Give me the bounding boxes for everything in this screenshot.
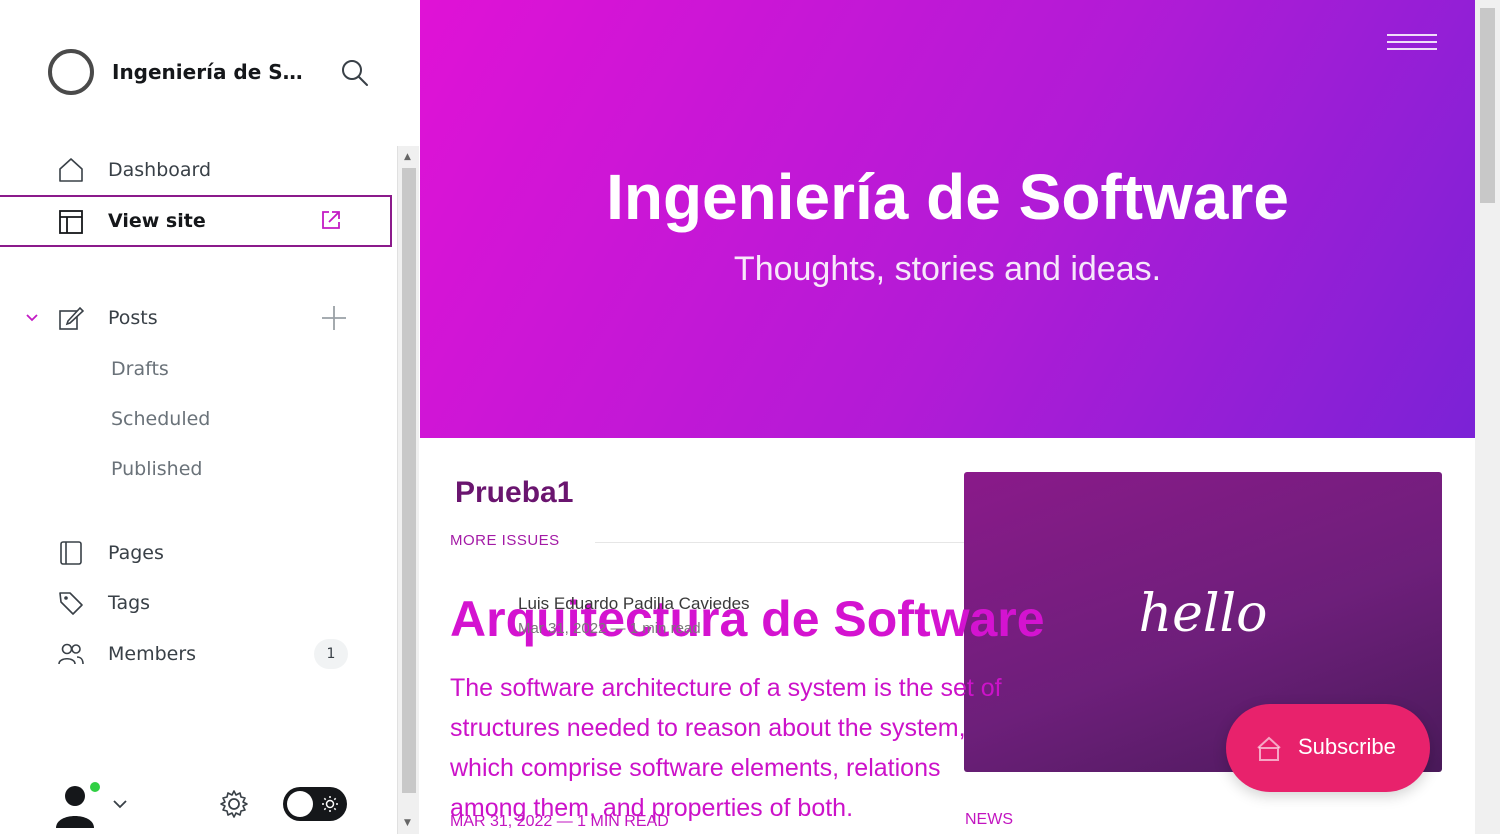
section-divider	[595, 542, 975, 543]
search-icon[interactable]	[340, 58, 370, 88]
site-hero-header: Ingeniería de Software Thoughts, stories…	[420, 0, 1475, 438]
scroll-down-arrow-icon[interactable]: ▼	[404, 818, 411, 828]
nav-tags[interactable]: Tags	[0, 580, 392, 626]
chevron-down-icon[interactable]	[24, 310, 40, 326]
nav-scheduled[interactable]: Scheduled	[111, 408, 210, 430]
nav-members-label: Members	[108, 643, 197, 665]
nav-published[interactable]: Published	[111, 458, 202, 480]
subscribe-label: Subscribe	[1298, 734, 1396, 759]
site-name: Ingeniería de So...	[112, 60, 312, 84]
pages-icon	[60, 541, 82, 565]
site-logo	[48, 49, 94, 95]
toggle-knob	[287, 791, 313, 817]
admin-sidebar: Ingeniería de So... Dashboard View site	[0, 0, 396, 834]
nav-tags-label: Tags	[108, 592, 151, 614]
layout-icon	[59, 210, 83, 234]
members-count-badge: 1	[314, 639, 348, 669]
hero-subtitle: Thoughts, stories and ideas.	[733, 250, 1162, 288]
article-excerpt: The software architecture of a system is…	[450, 674, 1002, 822]
online-status-dot	[88, 780, 102, 794]
nav-pages[interactable]: Pages	[0, 530, 392, 576]
nav-view-site[interactable]: View site	[0, 195, 392, 247]
subscribe-icon	[1257, 736, 1281, 761]
nav-dashboard[interactable]: Dashboard	[0, 147, 392, 193]
sun-icon	[322, 796, 338, 812]
dark-mode-toggle[interactable]	[283, 787, 347, 821]
nav-posts-label: Posts	[108, 307, 158, 329]
sidebar-scrollbar[interactable]: ▲ ▼	[397, 146, 419, 834]
site-preview-frame: Ingeniería de Software Thoughts, stories…	[420, 0, 1500, 834]
nav-dashboard-label: Dashboard	[108, 159, 212, 181]
tag-icon	[59, 592, 83, 615]
nav-pages-label: Pages	[108, 542, 164, 564]
more-issues-label[interactable]: MORE ISSUES	[450, 532, 560, 549]
article-tag[interactable]: NEWS	[965, 811, 1013, 829]
subscribe-button[interactable]: Subscribe	[1226, 704, 1430, 792]
nav-drafts[interactable]: Drafts	[111, 358, 169, 380]
home-icon	[59, 158, 83, 182]
nav-view-site-label: View site	[108, 210, 206, 232]
external-link-icon[interactable]	[320, 209, 342, 231]
author-name[interactable]: Luis Eduardo Padilla Caviedes	[518, 594, 750, 614]
new-post-plus-icon[interactable]	[320, 304, 348, 332]
featured-post-title[interactable]: Prueba1	[455, 476, 573, 510]
sidebar-scrollbar-thumb[interactable]	[402, 168, 416, 793]
scroll-up-arrow-icon[interactable]: ▲	[404, 152, 411, 162]
hero-title: Ingeniería de Software	[606, 161, 1289, 233]
article-meta: MAR 31, 2022 — 1 MIN READ	[450, 813, 669, 830]
preview-scrollbar-thumb[interactable]	[1480, 8, 1495, 203]
members-icon	[58, 643, 84, 665]
author-date: Mar 31, 2022 — 1 min read	[518, 620, 701, 637]
nav-posts[interactable]: Posts	[0, 295, 392, 341]
nav-members[interactable]: Members 1	[0, 631, 392, 677]
gear-icon[interactable]	[218, 788, 250, 820]
chevron-down-icon[interactable]	[112, 798, 128, 810]
site-brand[interactable]: Ingeniería de So...	[48, 48, 388, 96]
edit-icon	[59, 306, 84, 330]
sidebar-footer	[0, 770, 392, 834]
preview-scrollbar[interactable]	[1475, 0, 1500, 834]
hamburger-menu-icon[interactable]	[1387, 34, 1437, 52]
